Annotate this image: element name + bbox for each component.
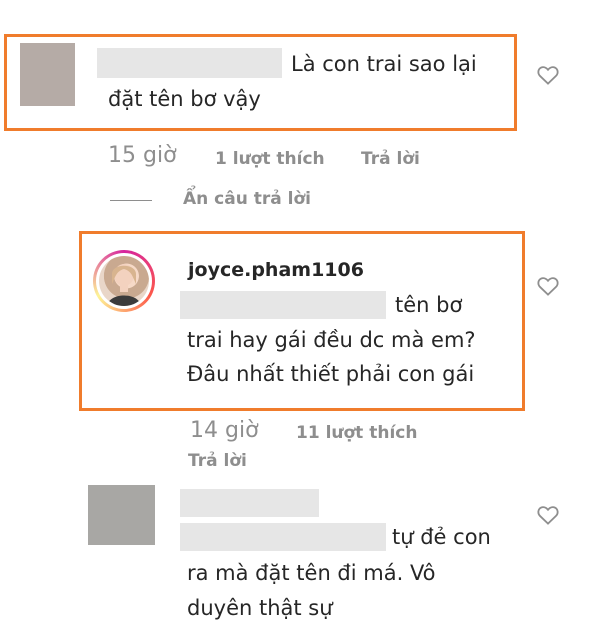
comment-text-line-1: Là con trai sao lại [291,52,477,76]
reply-text-line-1: tên bơ [395,293,463,317]
heart-icon[interactable] [537,65,559,85]
comment-time: 15 giờ [108,143,177,168]
redacted-username [97,48,282,78]
reply-text-line-3: Đâu nhất thiết phải con gái [187,362,475,386]
hide-replies-button[interactable]: Ẩn câu trả lời [183,189,311,209]
profile-photo-figure [107,264,141,306]
username-link[interactable]: joyce.pham1106 [188,259,364,281]
avatar[interactable] [88,485,155,545]
redacted-mention [180,291,386,319]
reply-button[interactable]: Trả lời [188,451,247,471]
hide-replies-line [110,200,152,201]
reply-likes[interactable]: 11 lượt thích [296,423,417,443]
redacted-mention [180,523,386,551]
profile-photo [99,256,149,306]
heart-icon[interactable] [537,276,559,296]
comment-text-line-2: đặt tên bơ vậy [108,87,261,111]
comment-text-line-2: ra mà đặt tên đi má. Vô [187,561,436,585]
heart-icon[interactable] [537,505,559,525]
reply-text-line-2: trai hay gái đều dc mà em? [187,328,476,352]
comment-text-line-1: tự đẻ con [392,525,491,549]
comment-text-line-3: duyên thật sự [187,596,333,620]
redacted-username [180,489,319,517]
reply-time: 14 giờ [190,418,259,443]
avatar[interactable] [20,43,75,106]
comment-likes[interactable]: 1 lượt thích [215,149,325,169]
story-ring-avatar[interactable] [93,250,155,312]
reply-button[interactable]: Trả lời [361,149,420,169]
